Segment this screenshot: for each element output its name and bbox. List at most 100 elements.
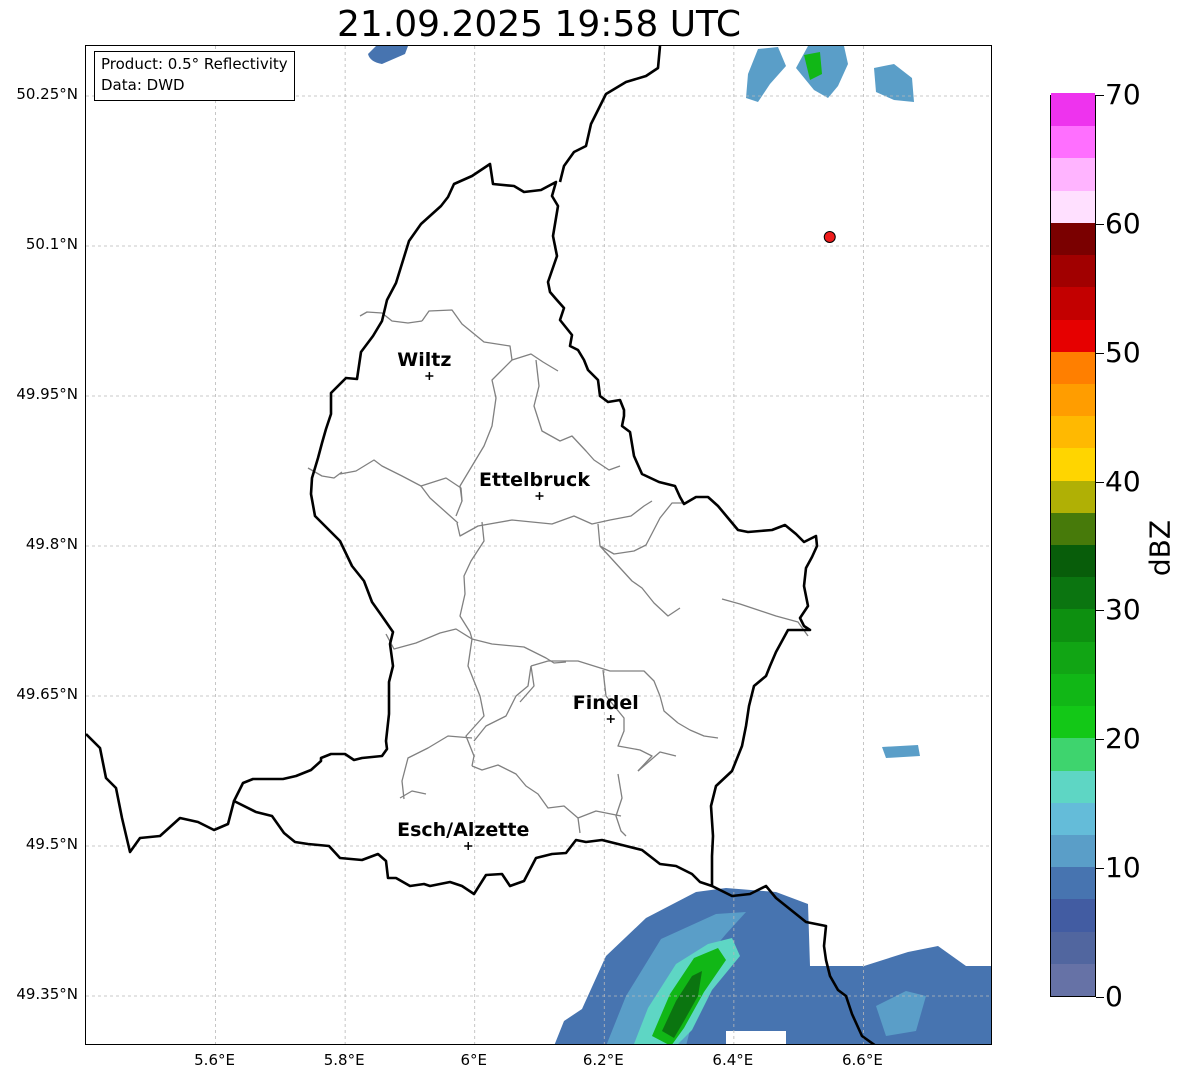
product-info-box: Product: 0.5° Reflectivity Data: DWD [94,51,295,101]
canton-border-line [456,500,653,537]
national-border-line [558,46,662,183]
colorbar-segment [1051,802,1095,835]
canton-border-line [339,459,463,517]
map-canvas: Wiltz Ettelbruck Findel Esch/Alzette [86,46,991,1044]
colorbar-tick-label: 10 [1105,851,1141,885]
canton-border-line [677,722,719,739]
colorbar-segment [1051,383,1095,417]
canton-border-line [359,311,423,324]
colorbar-segment [1051,447,1095,481]
colorbar-segment [1051,737,1095,771]
city-wiltz: Wiltz [397,349,451,380]
colorbar-segment [1051,834,1095,868]
colorbar-segment [1051,415,1095,449]
colorbar-segment [1051,222,1095,256]
city-ettelbruck: Ettelbruck [479,469,590,500]
canton-border-line [519,665,535,703]
dbz-colorbar [1050,93,1096,997]
colorbar-segment [1051,351,1095,384]
colorbar-segment [1051,866,1095,900]
latitude-label: 50.25°N [16,85,78,103]
city-label: Ettelbruck [479,469,590,491]
canton-border-line [473,665,532,742]
canton-border-line [577,810,622,819]
radar-echo-layer [368,46,991,1044]
colorbar-segment [1051,254,1095,288]
national-border-line [86,733,236,854]
colorbar-tick [1096,223,1104,225]
colorbar-tick-label: 30 [1105,593,1141,627]
radar-echo-gap [726,1031,786,1044]
colorbar-segment [1051,898,1095,932]
city-label: Esch/Alzette [397,819,529,841]
canton-border-line [615,773,627,837]
colorbar-segment [1051,576,1095,610]
radar-echo-north-2 [796,46,848,98]
city-markers: Wiltz Ettelbruck Findel Esch/Alzette [397,349,639,850]
colorbar-segment [1051,608,1095,642]
longitude-label: 5.8°E [323,1051,365,1069]
colorbar-segment [1051,705,1095,739]
city-label: Findel [573,692,639,714]
longitude-label: 6°E [460,1051,487,1069]
canton-border-line [459,521,485,640]
colorbar-tick-label: 50 [1105,335,1141,369]
radar-echo-north-1 [746,47,786,102]
colorbar-tick [1096,739,1104,741]
colorbar-segment [1051,930,1095,964]
colorbar-segment [1051,190,1095,223]
colorbar-tick-label: 0 [1105,980,1123,1013]
colorbar-segment [1051,286,1095,320]
longitude-label: 5.6°E [194,1051,235,1069]
radar-echo-north-west [368,46,408,64]
canton-border-line [401,735,473,800]
latitude-label: 49.8°N [25,535,78,553]
canton-border-line [385,628,473,650]
colorbar-tick-label: 70 [1105,78,1141,111]
radar-site-marker-icon [823,231,836,243]
canton-border-line [420,485,459,524]
map-title: 21.09.2025 19:58 UTC [336,4,742,45]
latitude-label: 50.1°N [25,235,78,253]
colorbar-segment [1051,641,1095,674]
colorbar-tick-label: 20 [1105,722,1141,756]
city-label: Wiltz [397,349,451,371]
canton-border-line [599,545,681,617]
city-esch-alzette: Esch/Alzette [397,819,529,850]
longitude-label: 6.2°E [582,1051,624,1069]
colorbar-segment [1051,544,1095,578]
latitude-label: 49.65°N [16,685,78,703]
colorbar-tick-label: 60 [1105,206,1141,240]
city-findel: Findel [573,692,639,723]
longitude-label: 6.6°E [842,1051,883,1069]
product-label: Product: 0.5° Reflectivity [101,55,288,73]
canton-border-line [637,751,677,772]
colorbar-segment [1051,963,1095,996]
colorbar-tick [1096,610,1104,612]
colorbar-tick [1096,868,1104,870]
colorbar-tick-label: 40 [1105,464,1141,498]
map-grid [86,46,991,1044]
radar-map[interactable]: Wiltz Ettelbruck Findel Esch/Alzette [85,45,992,1045]
colorbar-segment [1051,125,1095,159]
data-source-label: Data: DWD [101,76,185,94]
latitude-label: 49.35°N [16,985,78,1003]
colorbar-unit-label: dBZ [1143,519,1177,577]
colorbar-segment [1051,157,1095,191]
colorbar-segment [1051,479,1095,513]
canton-border-line [471,638,567,664]
colorbar-segment [1051,769,1095,803]
latitude-label: 49.5°N [25,835,78,853]
canton-borders [307,309,809,837]
colorbar-segment [1051,673,1095,707]
colorbar-tick [1096,95,1104,96]
canton-border-line [533,359,621,471]
radar-echo-east [882,745,920,758]
colorbar-segment [1051,93,1095,127]
colorbar-segment [1051,512,1095,545]
colorbar-tick [1096,481,1104,483]
canton-border-line [511,353,559,372]
colorbar-segment [1051,318,1095,352]
colorbar-tick [1096,352,1104,354]
longitude-label: 6.4°E [712,1051,754,1069]
